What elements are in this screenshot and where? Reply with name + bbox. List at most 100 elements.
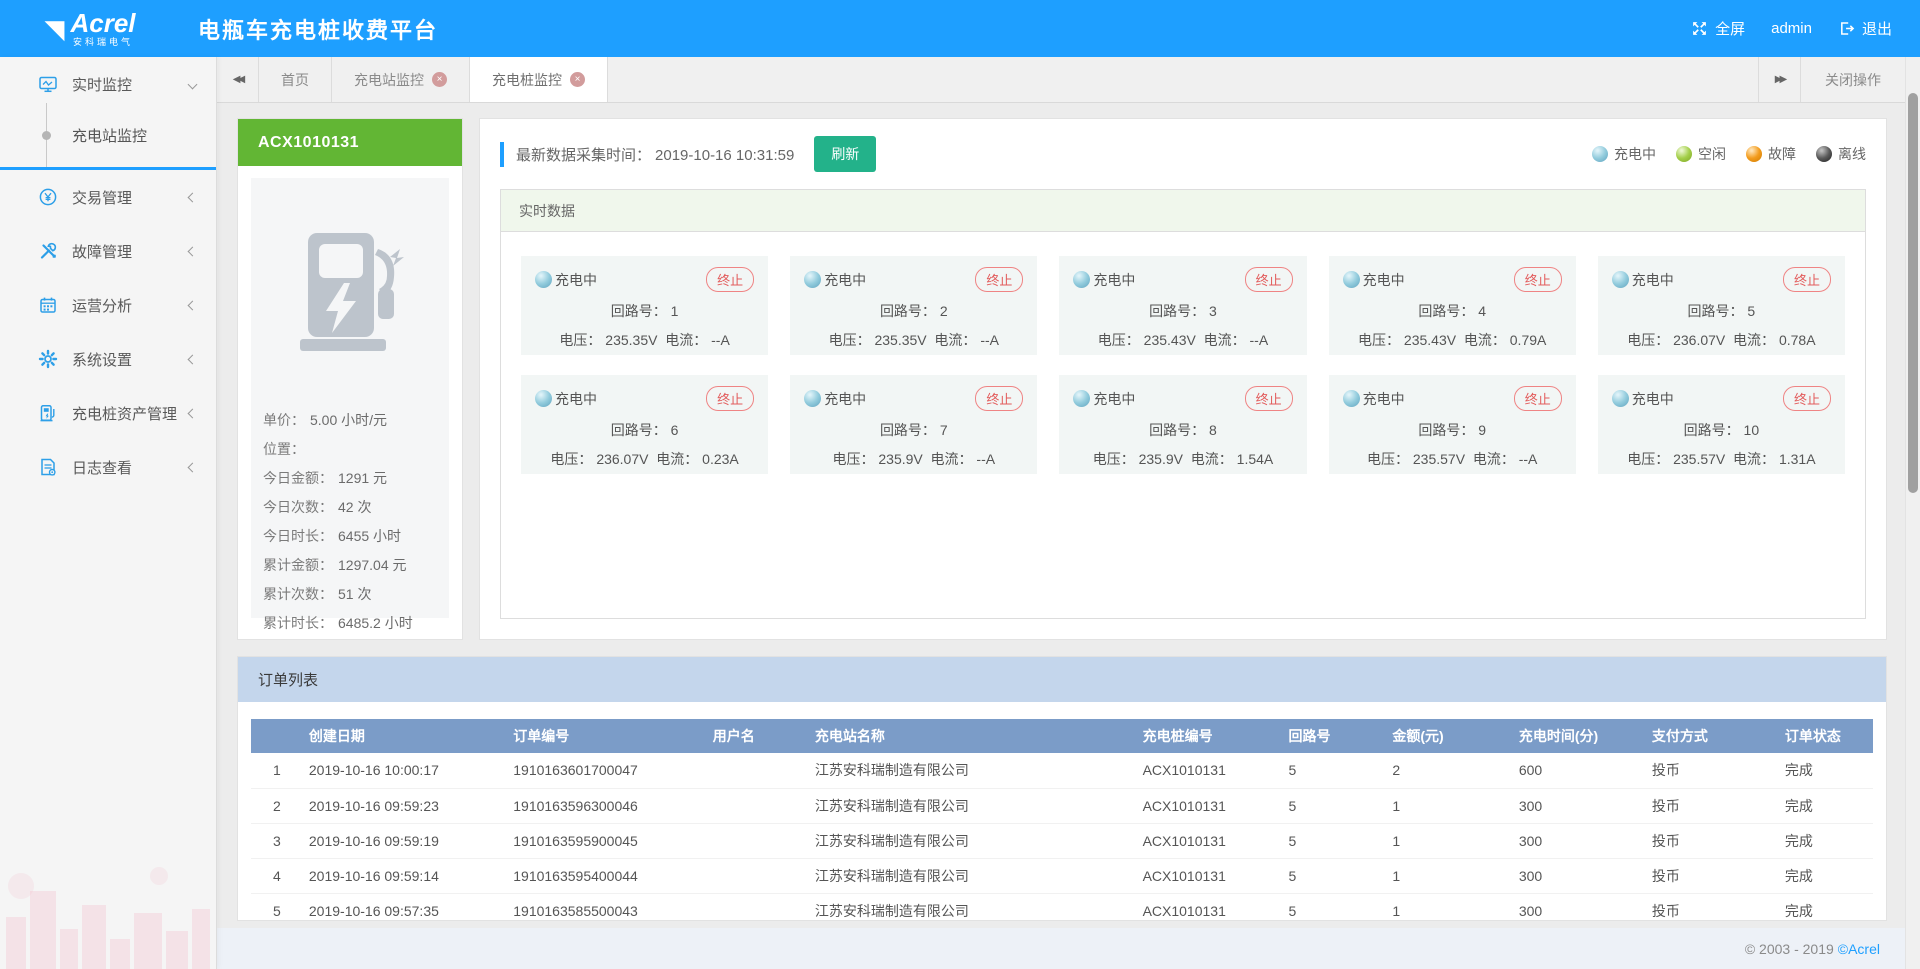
logout-icon <box>1838 20 1855 37</box>
voltage-value: 235.9V <box>1139 451 1183 467</box>
circuit-readings: 电压： 235.35V 电流： --A <box>804 330 1023 350</box>
realtime-monitor-submenu: 充电站监控 <box>0 111 216 170</box>
circuit-card: 充电中终止回路号： 2 电压： 235.35V 电流： --A <box>790 256 1037 355</box>
scrollbar-thumb[interactable] <box>1908 93 1918 493</box>
table-cell: 300 <box>1513 788 1646 823</box>
status-green-icon <box>1676 146 1692 162</box>
terminate-button[interactable]: 终止 <box>706 386 754 411</box>
tab-pile-monitor[interactable]: 充电桩监控 × <box>470 57 608 102</box>
collect-time-value: 2019-10-16 10:31:59 <box>655 147 794 164</box>
pile-stats-list: 单价：5.00 小时/元位置：今日金额：1291 元今日次数：42 次今日时长：… <box>263 406 437 638</box>
table-cell: 江苏安科瑞制造有限公司 <box>809 893 1137 921</box>
table-cell: 2019-10-16 09:59:23 <box>303 788 507 823</box>
analysis-icon <box>38 295 58 315</box>
table-cell: 300 <box>1513 858 1646 893</box>
tab-station-monitor[interactable]: 充电站监控 × <box>332 57 470 102</box>
stat-label: 今日金额： <box>263 470 333 486</box>
circuit-card: 充电中终止回路号： 6电压： 236.07V 电流： 0.23A <box>521 375 768 474</box>
circuit-number: 回路号： 2 <box>804 301 1023 321</box>
close-operations-dropdown[interactable]: 关闭操作 <box>1800 57 1905 102</box>
table-cell: 5 <box>251 893 303 921</box>
chevron-left-icon <box>188 246 198 256</box>
voltage-value: 235.43V <box>1144 332 1196 348</box>
stat-value: 1291 元 <box>338 470 387 486</box>
current-label: 电流： <box>1456 332 1510 348</box>
circuit-status-label: 充电中 <box>1093 270 1135 290</box>
accent-bar <box>500 142 504 167</box>
sidebar-item-settings[interactable]: 系统设置 <box>0 332 216 386</box>
log-icon <box>38 457 58 477</box>
table-cell: 投币 <box>1646 893 1779 921</box>
terminate-button[interactable]: 终止 <box>1245 267 1293 292</box>
sidebar-item-realtime-monitor[interactable]: 实时监控 <box>0 57 216 111</box>
current-value: 0.23A <box>702 451 739 467</box>
table-cell: 投币 <box>1646 753 1779 788</box>
sidebar-item-label: 故障管理 <box>72 241 132 262</box>
legend-label: 充电中 <box>1614 144 1656 164</box>
sidebar-item-pile-assets[interactable]: 充电桩资产管理 <box>0 386 216 440</box>
terminate-button[interactable]: 终止 <box>1245 386 1293 411</box>
sidebar-item-logs[interactable]: 日志查看 <box>0 440 216 494</box>
table-cell: 江苏安科瑞制造有限公司 <box>809 858 1137 893</box>
tabs-scroll-left-button[interactable]: ◀◀ <box>217 57 259 102</box>
tabs-scroll-right-button[interactable]: ▶▶ <box>1758 57 1800 102</box>
orders-col-header: 充电桩编号 <box>1137 719 1283 753</box>
circuit-readings: 电压： 235.57V 电流： 1.31A <box>1612 449 1831 469</box>
pile-stat-row: 今日金额： 1291 元 <box>263 464 437 493</box>
circuit-card-header: 充电中终止 <box>804 267 1023 292</box>
charging-status-icon <box>535 271 552 288</box>
table-cell: 2019-10-16 09:57:35 <box>303 893 507 921</box>
transaction-icon <box>38 187 58 207</box>
username: admin <box>1771 20 1812 37</box>
voltage-label: 电压： <box>1627 332 1673 348</box>
charging-status-icon <box>804 271 821 288</box>
sidebar-item-faults[interactable]: 故障管理 <box>0 224 216 278</box>
terminate-button[interactable]: 终止 <box>1783 386 1831 411</box>
voltage-value: 235.9V <box>878 451 922 467</box>
sidebar-subitem-station-monitor[interactable]: 充电站监控 <box>0 113 216 157</box>
circuit-number: 回路号： 8 <box>1073 420 1292 440</box>
terminate-button[interactable]: 终止 <box>706 267 754 292</box>
logout-button[interactable]: 退出 <box>1838 18 1892 39</box>
terminate-button[interactable]: 终止 <box>1514 267 1562 292</box>
circuit-card: 充电中终止回路号： 8电压： 235.9V 电流： 1.54A <box>1059 375 1306 474</box>
table-cell <box>707 858 809 893</box>
circuit-readings: 电压： 235.9V 电流： 1.54A <box>1073 449 1292 469</box>
user-menu[interactable]: admin <box>1771 20 1812 37</box>
footer-brand-link[interactable]: ©Acrel <box>1838 941 1880 957</box>
table-cell: ACX1010131 <box>1137 823 1283 858</box>
circuit-readings: 电压： 235.43V 电流： 0.79A <box>1343 330 1562 350</box>
circuit-card-header: 充电中终止 <box>804 386 1023 411</box>
terminate-button[interactable]: 终止 <box>1514 386 1562 411</box>
orders-col-header: 充电站名称 <box>809 719 1137 753</box>
sidebar-item-analytics[interactable]: 运营分析 <box>0 278 216 332</box>
circuit-readings: 电压： 235.43V 电流： --A <box>1073 330 1292 350</box>
vertical-scrollbar[interactable] <box>1905 57 1920 969</box>
page-title: 电瓶车充电桩收费平台 <box>198 13 438 45</box>
orders-col-header: 支付方式 <box>1646 719 1779 753</box>
charging-status-icon <box>1343 390 1360 407</box>
fullscreen-button[interactable]: 全屏 <box>1691 18 1745 39</box>
table-cell: 1 <box>1386 823 1513 858</box>
tab-home[interactable]: 首页 <box>259 57 332 102</box>
refresh-button[interactable]: 刷新 <box>814 136 876 172</box>
acrel-logo-mark-icon: ◥ <box>44 16 64 42</box>
stat-label: 累计金额： <box>263 557 333 573</box>
voltage-label: 电压： <box>1367 451 1413 467</box>
terminate-button[interactable]: 终止 <box>975 267 1023 292</box>
table-cell: 4 <box>251 858 303 893</box>
current-value: --A <box>1250 332 1269 348</box>
charging-status-icon <box>1612 271 1629 288</box>
tab-close-icon[interactable]: × <box>432 72 447 87</box>
realtime-panel-title: 实时数据 <box>501 190 1865 232</box>
logo-subtext: 安科瑞电气 <box>73 38 133 47</box>
sidebar-item-transactions[interactable]: 交易管理 <box>0 170 216 224</box>
voltage-value: 235.57V <box>1413 451 1465 467</box>
terminate-button[interactable]: 终止 <box>1783 267 1831 292</box>
table-cell: 1910163596300046 <box>507 788 707 823</box>
acrel-logo: ◥ Acrel 安科瑞电气 <box>0 10 180 47</box>
tab-close-icon[interactable]: × <box>570 72 585 87</box>
stat-value: 6485.2 小时 <box>338 615 413 631</box>
terminate-button[interactable]: 终止 <box>975 386 1023 411</box>
sidebar-subitem-label: 充电站监控 <box>72 125 147 146</box>
